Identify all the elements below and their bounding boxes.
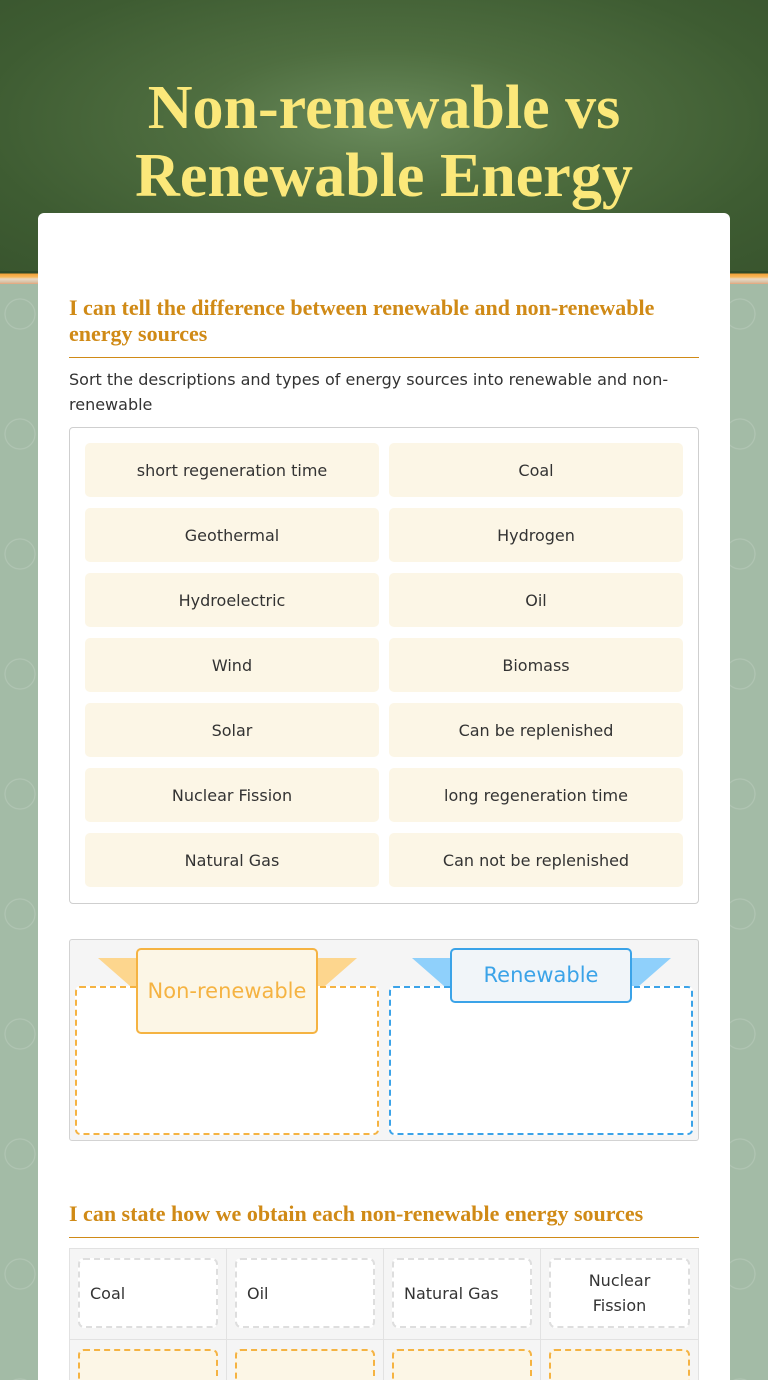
draggable-chip[interactable]: Solar xyxy=(85,703,379,757)
drop-zone-renewable[interactable] xyxy=(389,986,693,1135)
category-label-non-renewable: Non-renewable xyxy=(136,948,318,1034)
column-label: Coal xyxy=(78,1258,218,1328)
draggable-chip[interactable]: Can be replenished xyxy=(389,703,683,757)
answer-drop-zone[interactable] xyxy=(549,1349,690,1380)
draggable-chip[interactable]: Oil xyxy=(389,573,683,627)
answer-drop-zone[interactable] xyxy=(235,1349,375,1380)
draggable-chip[interactable]: Nuclear Fission xyxy=(85,768,379,822)
sort-instructions: Sort the descriptions and types of energ… xyxy=(69,370,669,414)
section-heading-difference: I can tell the difference between renewa… xyxy=(69,295,699,358)
draggable-chip[interactable]: Wind xyxy=(85,638,379,692)
column-label: Oil xyxy=(235,1258,375,1328)
table-header-cell: Coal xyxy=(70,1249,227,1340)
draggable-chip[interactable]: short regeneration time xyxy=(85,443,379,497)
table-header-cell: Oil xyxy=(227,1249,384,1340)
word-bank: short regeneration time Coal Geothermal … xyxy=(69,427,699,904)
draggable-chip[interactable]: Hydrogen xyxy=(389,508,683,562)
draggable-chip[interactable]: Coal xyxy=(389,443,683,497)
table-header-cell: Natural Gas xyxy=(384,1249,541,1340)
draggable-chip[interactable]: Natural Gas xyxy=(85,833,379,887)
draggable-chip[interactable]: Geothermal xyxy=(85,508,379,562)
section-heading-obtain: I can state how we obtain each non-renew… xyxy=(69,1201,699,1238)
page-title: Non-renewable vs Renewable Energy xyxy=(135,74,633,210)
column-label: Natural Gas xyxy=(392,1258,532,1328)
table-answer-cell xyxy=(70,1340,227,1380)
answer-drop-zone[interactable] xyxy=(392,1349,532,1380)
match-table: Coal Oil Natural Gas Nuclear Fission xyxy=(69,1248,699,1380)
table-answer-cell xyxy=(227,1340,384,1380)
draggable-chip[interactable]: Can not be replenished xyxy=(389,833,683,887)
draggable-chip[interactable]: Hydroelectric xyxy=(85,573,379,627)
sort-area: Non-renewable Renewable xyxy=(69,939,699,1141)
draggable-chip[interactable]: long regeneration time xyxy=(389,768,683,822)
table-answer-cell xyxy=(541,1340,698,1380)
table-answer-cell xyxy=(384,1340,541,1380)
draggable-chip[interactable]: Biomass xyxy=(389,638,683,692)
column-label: Nuclear Fission xyxy=(549,1258,690,1328)
answer-drop-zone[interactable] xyxy=(78,1349,218,1380)
table-header-cell: Nuclear Fission xyxy=(541,1249,698,1340)
category-label-renewable: Renewable xyxy=(450,948,632,1003)
